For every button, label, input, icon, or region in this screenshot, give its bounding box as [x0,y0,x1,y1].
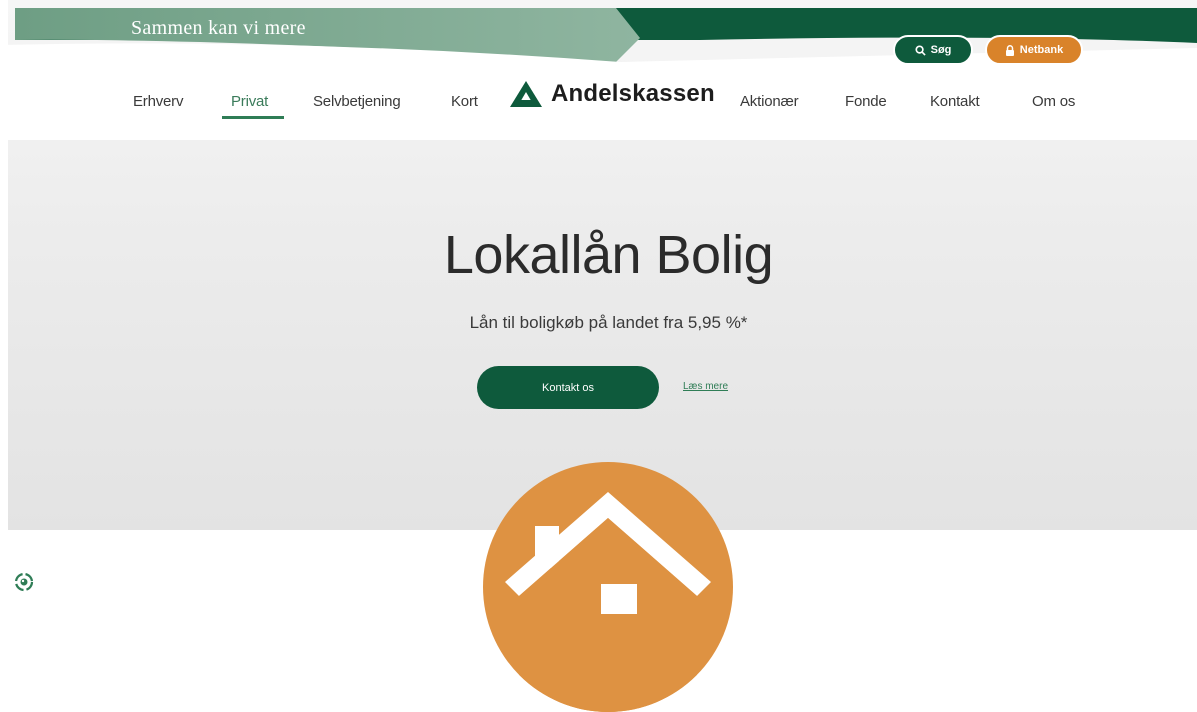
nav-item-erhverv[interactable]: Erhverv [133,93,183,110]
search-button[interactable]: Søg [893,35,973,65]
cookie-settings-icon[interactable] [14,572,34,592]
logo[interactable]: Andelskassen [507,79,715,109]
logo-text: Andelskassen [551,80,715,107]
lock-icon [1005,44,1014,56]
nav-item-kontakt[interactable]: Kontakt [930,93,980,110]
netbank-button[interactable]: Netbank [985,35,1083,65]
contact-us-button[interactable]: Kontakt os [477,366,659,409]
netbank-button-label: Netbank [1019,44,1064,56]
hero-subtitle: Lån til boligkøb på landet fra 5,95 %* [469,313,748,332]
house-illustration [483,462,733,712]
nav-item-kort[interactable]: Kort [451,93,478,110]
nav-item-selvbetjening[interactable]: Selvbetjening [313,93,401,110]
search-icon [915,44,926,56]
nav-item-privat[interactable]: Privat [231,93,268,110]
house-icon [505,492,711,712]
search-button-label: Søg [930,44,952,56]
active-nav-indicator [222,116,284,119]
nav-item-fonde[interactable]: Fonde [845,93,887,110]
read-more-link[interactable]: Læs mere [683,381,728,392]
andelskassen-logo-icon [510,81,542,107]
nav-item-om-os[interactable]: Om os [1032,93,1075,110]
nav-item-aktionaer[interactable]: Aktionær [740,93,799,110]
tagline: Sammen kan vi mere [131,17,306,39]
hero-title: Lokallån Bolig [443,225,774,285]
